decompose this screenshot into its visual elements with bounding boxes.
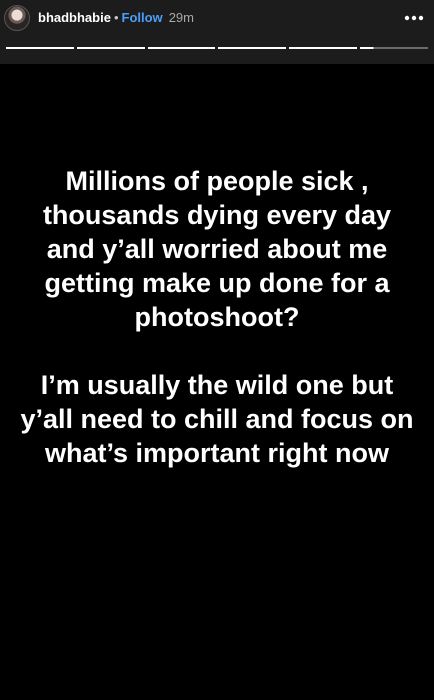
progress-segment bbox=[218, 47, 287, 49]
story-paragraph-1: Millions of people sick , thousands dyin… bbox=[42, 166, 392, 332]
story-paragraph-2: I’m usually the wild one but y’all need … bbox=[20, 370, 414, 468]
more-dots-icon[interactable] bbox=[402, 8, 426, 28]
header-text: bhadbhabie • Follow 29m bbox=[38, 9, 194, 27]
avatar[interactable] bbox=[4, 5, 30, 31]
progress-segment-current bbox=[360, 47, 428, 49]
progress-segment bbox=[147, 47, 216, 49]
separator-dot: • bbox=[113, 10, 119, 25]
progress-segment bbox=[289, 47, 358, 49]
time-ago: 29m bbox=[168, 10, 194, 25]
story-header: bhadbhabie • Follow 29m bbox=[0, 0, 434, 38]
username[interactable]: bhadbhabie bbox=[38, 10, 111, 25]
story-text: Millions of people sick , thousands dyin… bbox=[20, 164, 414, 470]
story-progress-bar bbox=[6, 47, 428, 49]
progress-segment bbox=[6, 47, 74, 49]
progress-segment bbox=[76, 47, 145, 49]
follow-button[interactable]: Follow bbox=[122, 10, 163, 25]
